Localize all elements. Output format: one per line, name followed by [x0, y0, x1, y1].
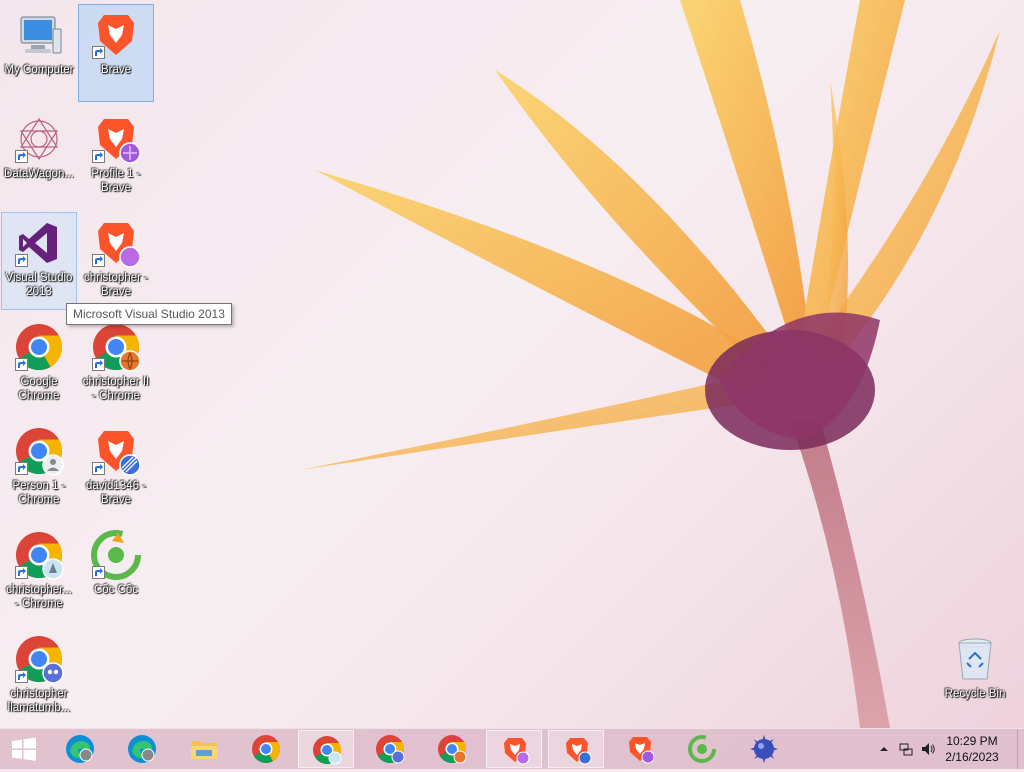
tooltip: Microsoft Visual Studio 2013	[66, 303, 232, 325]
desktop-icon-label: david1346 - Brave	[85, 480, 147, 506]
desktop-icon-david1346-brave[interactable]: david1346 - Brave	[78, 420, 154, 518]
desktop-icon-label: Recycle Bin	[944, 688, 1006, 700]
desktop-icon-recycle-bin[interactable]: Recycle Bin	[937, 628, 1013, 726]
desktop-icon-christopher-ii-chrome[interactable]: christopher II - Chrome	[78, 316, 154, 414]
shortcut-arrow-icon	[92, 46, 105, 59]
chrome-profile-icon	[13, 529, 65, 581]
taskbar-chrome[interactable]	[238, 730, 294, 768]
desktop-icon-christopher-llamatumb[interactable]: christopher llamatumb...	[1, 628, 77, 726]
shortcut-arrow-icon	[92, 462, 105, 475]
desktop-icon-label: christopher - Brave	[84, 272, 148, 298]
volume-icon[interactable]	[920, 741, 936, 757]
brave-profile-icon	[629, 737, 655, 764]
chrome-profile-icon	[13, 425, 65, 477]
edge-icon	[66, 735, 94, 763]
taskbar-chrome-profile-active[interactable]	[298, 730, 354, 768]
desktop-icon-coccoc[interactable]: Cốc Cốc	[78, 524, 154, 622]
shortcut-arrow-icon	[92, 254, 105, 267]
desktop-icon-brave[interactable]: Brave	[78, 4, 154, 102]
chrome-profile-icon	[90, 321, 142, 373]
chrome-profile-icon	[313, 736, 342, 765]
recycle-bin-icon	[949, 633, 1001, 685]
shortcut-arrow-icon	[92, 150, 105, 163]
taskbar-chrome-profile-3[interactable]	[424, 730, 480, 768]
shortcut-arrow-icon	[92, 566, 105, 579]
brave-profile-icon	[90, 217, 142, 269]
desktop-icon-person1-chrome[interactable]: Person 1 - Chrome	[1, 420, 77, 518]
computer-icon	[13, 9, 65, 61]
chrome-icon	[13, 321, 65, 373]
shortcut-arrow-icon	[15, 358, 28, 371]
shortcut-arrow-icon	[15, 670, 28, 683]
taskbar-edge[interactable]	[114, 730, 170, 768]
desktop-icon-label: My Computer	[4, 64, 74, 76]
taskbar-app-globe[interactable]	[736, 730, 792, 768]
shortcut-arrow-icon	[15, 150, 28, 163]
shortcut-arrow-icon	[15, 254, 28, 267]
brave-icon	[90, 9, 142, 61]
folder-icon	[191, 741, 217, 759]
start-button[interactable]	[0, 729, 48, 769]
desktop-icon-google-chrome[interactable]: Google Chrome	[1, 316, 77, 414]
desktop-icon-visual-studio[interactable]: Visual Studio 2013	[1, 212, 77, 310]
network-icon[interactable]	[898, 741, 914, 757]
desktop-icon-label: christopher... - Chrome	[6, 584, 72, 610]
chrome-profile-icon	[438, 735, 467, 764]
visual-studio-icon	[13, 217, 65, 269]
desktop-icon-label: christopher II - Chrome	[82, 376, 150, 402]
taskbar-brave-profile-1[interactable]	[486, 730, 542, 768]
chrome-profile-icon	[376, 735, 405, 764]
datawagon-icon	[13, 113, 65, 165]
brave-profile-icon	[90, 113, 142, 165]
show-desktop-button[interactable]	[1017, 729, 1024, 769]
spiky-ball-icon	[750, 735, 778, 763]
brave-profile-icon	[566, 738, 592, 765]
brave-profile-icon	[504, 738, 530, 765]
taskbar-chrome-profile-2[interactable]	[362, 730, 418, 768]
desktop-icon-label: Google Chrome	[18, 376, 60, 402]
desktop-icon-label: DataWagon...	[4, 168, 74, 180]
shortcut-arrow-icon	[15, 566, 28, 579]
desktop-icon-profile1-brave[interactable]: Profile 1 - Brave	[78, 108, 154, 206]
taskbar-brave-profile-3[interactable]	[612, 730, 668, 768]
desktop-icon-label: Brave	[100, 64, 132, 76]
coccoc-icon	[688, 735, 716, 763]
desktop-icon-label: Profile 1 - Brave	[91, 168, 141, 194]
clock-time: 10:29 PM	[946, 734, 998, 748]
desktop-icon-datawagon[interactable]: DataWagon...	[1, 108, 77, 206]
taskbar: 10:29 PM 2/16/2023	[0, 728, 1024, 769]
desktop-icon-label: Visual Studio 2013	[5, 272, 73, 298]
desktop-icon-label: christopher llamatumb...	[7, 688, 71, 714]
shortcut-arrow-icon	[92, 358, 105, 371]
desktop-icon-label: Cốc Cốc	[93, 584, 139, 596]
desktop-icon-christopher-chrome[interactable]: christopher... - Chrome	[1, 524, 77, 622]
chrome-profile-icon	[13, 633, 65, 685]
taskbar-brave-profile-2[interactable]	[548, 730, 604, 768]
desktop-icon-my-computer[interactable]: My Computer	[1, 4, 77, 102]
taskbar-edge-profile[interactable]	[52, 730, 108, 768]
desktop-icon-label: Person 1 - Chrome	[12, 480, 66, 506]
show-hidden-icons-chevron-up-icon[interactable]	[876, 741, 892, 757]
desktop-icon-christopher-brave[interactable]: christopher - Brave	[78, 212, 154, 310]
shortcut-arrow-icon	[15, 462, 28, 475]
clock-date: 2/16/2023	[945, 750, 999, 764]
windows-logo-icon	[12, 737, 36, 761]
chrome-icon	[252, 735, 281, 763]
clock[interactable]: 10:29 PM 2/16/2023	[936, 733, 1008, 765]
edge-icon	[128, 735, 156, 763]
coccoc-icon	[90, 529, 142, 581]
brave-profile-icon	[90, 425, 142, 477]
taskbar-coccoc[interactable]	[674, 730, 730, 768]
taskbar-file-explorer[interactable]	[176, 730, 232, 768]
